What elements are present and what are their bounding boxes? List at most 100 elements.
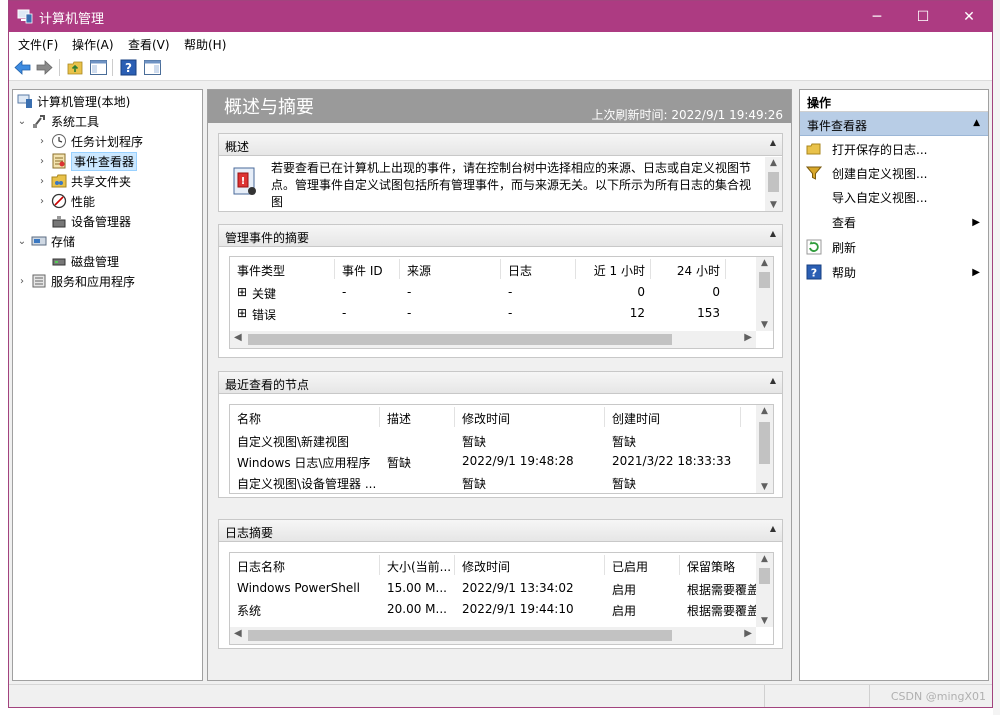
menu-view[interactable]: 查看(V) xyxy=(128,36,170,53)
overview-header[interactable]: 概述 ▲ xyxy=(219,134,782,156)
action-view[interactable]: 查看 ▶ xyxy=(800,210,988,234)
computer-management-icon xyxy=(17,94,32,108)
show-hide-tree-icon[interactable] xyxy=(89,58,108,77)
tree-expander[interactable]: › xyxy=(35,156,49,167)
scroll-up-icon[interactable]: ▲ xyxy=(756,258,773,268)
column-divider xyxy=(725,259,726,279)
column-header[interactable]: 修改时间 xyxy=(462,558,510,575)
tree-item-services-applications[interactable]: › 服务和应用程序 xyxy=(15,271,135,291)
tree-expander[interactable]: › xyxy=(35,176,49,187)
scroll-up-icon[interactable]: ▲ xyxy=(765,158,782,168)
column-header[interactable]: 已启用 xyxy=(612,558,648,575)
action-refresh[interactable]: 刷新 xyxy=(800,235,988,259)
tree-label: 设备管理器 xyxy=(71,214,132,229)
column-header[interactable]: 名称 xyxy=(237,410,261,427)
actions-section-event-viewer[interactable]: 事件查看器 ▲ xyxy=(800,112,988,136)
scroll-down-icon[interactable]: ▼ xyxy=(756,482,773,492)
scroll-left-icon[interactable]: ◀ xyxy=(234,332,242,343)
event-log-icon: ! xyxy=(233,167,256,195)
column-header[interactable]: 事件类型 xyxy=(237,262,285,279)
column-header[interactable]: 保留策略 xyxy=(687,558,757,575)
collapse-caret-icon[interactable]: ▲ xyxy=(770,229,776,238)
tree-expander[interactable]: ⌄ xyxy=(15,236,29,247)
log-summary-header[interactable]: 日志摘要 ▲ xyxy=(219,520,782,542)
admin-summary-header[interactable]: 管理事件的摘要 ▲ xyxy=(219,225,782,247)
scroll-down-icon[interactable]: ▼ xyxy=(756,320,773,330)
show-hide-action-pane-icon[interactable] xyxy=(143,58,162,77)
scroll-right-icon[interactable]: ▶ xyxy=(744,628,752,639)
minimize-button[interactable]: ─ xyxy=(854,1,900,32)
collapse-caret-icon[interactable]: ▲ xyxy=(770,138,776,147)
tree-expander[interactable]: ⌄ xyxy=(15,116,29,127)
tree-item-performance[interactable]: › 性能 xyxy=(35,191,95,211)
tree-item-storage[interactable]: ⌄ 存储 xyxy=(15,231,75,251)
scroll-thumb[interactable] xyxy=(759,272,770,288)
forward-arrow-icon[interactable] xyxy=(35,58,54,77)
scroll-thumb[interactable] xyxy=(759,568,770,584)
title-bar[interactable]: 计算机管理 ─ ☐ ✕ xyxy=(9,1,992,32)
menu-file[interactable]: 文件(F) xyxy=(18,36,58,53)
column-header[interactable]: 创建时间 xyxy=(612,410,660,427)
scroll-left-icon[interactable]: ◀ xyxy=(234,628,242,639)
action-import-custom-view[interactable]: 导入自定义视图... xyxy=(800,185,988,209)
collapse-caret-icon[interactable]: ▲ xyxy=(973,118,980,128)
recent-nodes-vscrollbar[interactable]: ▲ ▼ xyxy=(756,405,773,493)
close-button[interactable]: ✕ xyxy=(946,1,992,32)
scroll-thumb[interactable] xyxy=(248,334,672,345)
expand-plus-icon[interactable]: ⊞ xyxy=(237,285,247,299)
maximize-button[interactable]: ☐ xyxy=(900,1,946,32)
column-header[interactable]: 大小(当前... xyxy=(387,558,451,575)
tree-expander[interactable]: › xyxy=(35,136,49,147)
expand-plus-icon[interactable]: ⊞ xyxy=(237,306,247,320)
cell-retention-policy: 根据需要覆盖 xyxy=(687,583,757,597)
column-header[interactable]: 修改时间 xyxy=(462,410,510,427)
recent-nodes-header[interactable]: 最近查看的节点 ▲ xyxy=(219,372,782,394)
admin-summary-hscrollbar[interactable]: ◀ ▶ xyxy=(230,331,756,348)
action-open-saved-log[interactable]: 打开保存的日志... xyxy=(800,137,988,161)
tree-item-device-manager[interactable]: 设备管理器 xyxy=(35,211,131,231)
clock-icon xyxy=(52,134,66,148)
actions-pane: 操作 事件查看器 ▲ 打开保存的日志... 创建自定义视图... 导入自定义视图… xyxy=(799,89,989,681)
tree-item-disk-management[interactable]: 磁盘管理 xyxy=(35,251,119,271)
action-label: 帮助 xyxy=(832,265,857,280)
scroll-up-icon[interactable]: ▲ xyxy=(756,554,773,564)
scroll-down-icon[interactable]: ▼ xyxy=(756,616,773,626)
back-arrow-icon[interactable] xyxy=(13,58,32,77)
column-header[interactable]: 来源 xyxy=(407,262,431,279)
scroll-thumb[interactable] xyxy=(768,172,779,192)
tree-item-system-tools[interactable]: ⌄ 系统工具 xyxy=(15,111,99,131)
log-summary-hscrollbar[interactable]: ◀ ▶ xyxy=(230,627,756,644)
collapse-caret-icon[interactable]: ▲ xyxy=(770,376,776,385)
column-header[interactable]: 近 1 小时 xyxy=(583,262,645,279)
scroll-thumb[interactable] xyxy=(248,630,672,641)
menu-action[interactable]: 操作(A) xyxy=(72,36,114,53)
tree-item-event-viewer[interactable]: › 事件查看器 xyxy=(35,151,138,171)
action-help[interactable]: ? 帮助 ▶ xyxy=(800,260,988,284)
column-header[interactable]: 日志 xyxy=(508,262,532,279)
overview-scrollbar[interactable]: ▲ ▼ xyxy=(765,157,782,211)
tree-expander[interactable]: › xyxy=(15,276,29,287)
log-summary-vscrollbar[interactable]: ▲ ▼ xyxy=(756,553,773,627)
scroll-up-icon[interactable]: ▲ xyxy=(756,406,773,416)
admin-summary-vscrollbar[interactable]: ▲ ▼ xyxy=(756,257,773,331)
status-divider xyxy=(869,685,870,707)
column-header[interactable]: 事件 ID xyxy=(342,262,383,279)
action-create-custom-view[interactable]: 创建自定义视图... xyxy=(800,161,988,185)
column-header[interactable]: 24 小时 xyxy=(658,262,720,279)
help-icon[interactable]: ? xyxy=(119,58,138,77)
tree-expander[interactable]: › xyxy=(35,196,49,207)
column-header[interactable]: 描述 xyxy=(387,410,411,427)
tree-item-task-scheduler[interactable]: › 任务计划程序 xyxy=(35,131,143,151)
tree-item-shared-folders[interactable]: › 共享文件夹 xyxy=(35,171,131,191)
menu-help[interactable]: 帮助(H) xyxy=(184,36,226,53)
filter-icon xyxy=(806,166,822,180)
collapse-caret-icon[interactable]: ▲ xyxy=(770,524,776,533)
scroll-down-icon[interactable]: ▼ xyxy=(765,200,782,210)
column-header[interactable]: 日志名称 xyxy=(237,558,285,575)
tree-item-computer-management[interactable]: 计算机管理(本地) xyxy=(15,91,130,111)
toolbar-separator xyxy=(112,59,113,76)
scroll-thumb[interactable] xyxy=(759,422,770,464)
scroll-right-icon[interactable]: ▶ xyxy=(744,332,752,343)
up-folder-icon[interactable] xyxy=(66,58,85,77)
blank-icon xyxy=(806,189,822,205)
